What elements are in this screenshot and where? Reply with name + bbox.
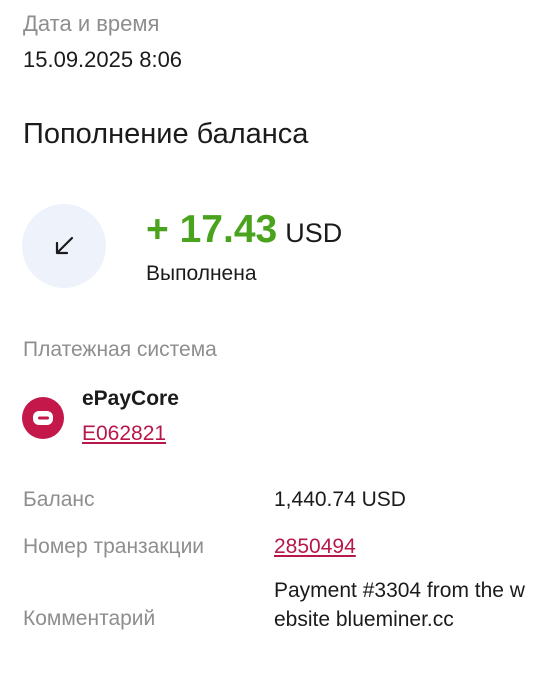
datetime-label: Дата и время [23,11,160,36]
payment-system-label: Платежная система [23,338,217,361]
amount-row: + 17.43 USD [146,208,342,260]
comment-value: Payment #3304 from the website blueminer… [274,579,525,631]
epaycore-logo-icon [22,397,64,439]
transaction-number-link[interactable]: 2850494 [274,533,356,561]
datetime-value: 15.09.2025 8:06 [23,47,183,72]
transaction-type-badge [22,204,106,288]
arrow-down-left-icon [55,236,74,255]
amount-currency: USD [285,218,343,248]
comment-label: Комментарий [23,607,156,630]
balance-label: Баланс [23,488,95,511]
payment-system-name: ePayCore [82,387,179,410]
transaction-number-label: Номер транзакции [23,535,205,558]
payment-account-link[interactable]: E062821 [82,420,166,448]
wallet-icon [33,411,53,425]
status-text: Выполнена [146,262,257,285]
balance-value: 1,440.74 USD [274,488,406,511]
page-title: Пополнение баланса [23,118,309,150]
amount-value: + 17.43 [146,208,278,251]
